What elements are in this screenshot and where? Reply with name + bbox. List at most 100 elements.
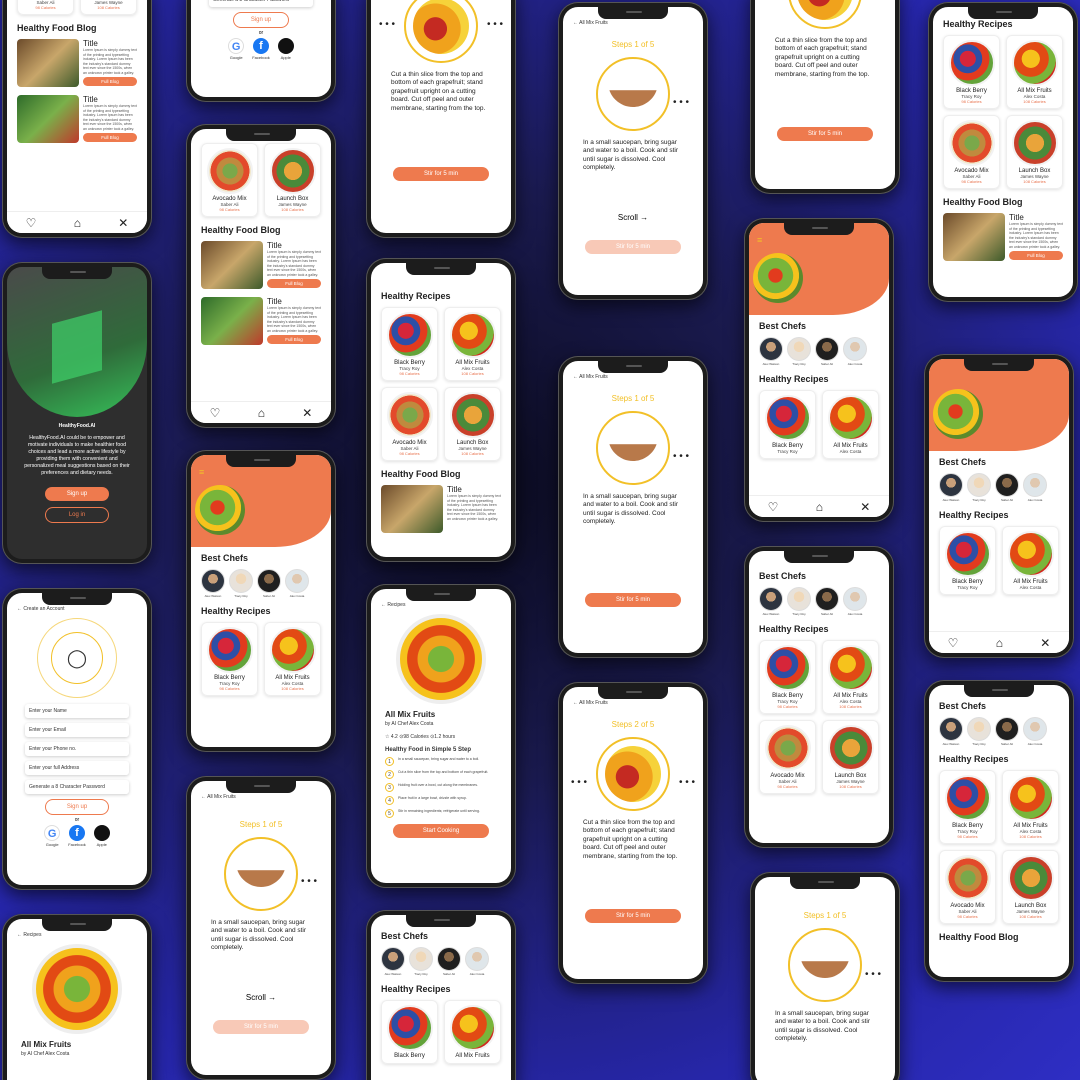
chef-item[interactable]: Alex Watson — [759, 337, 783, 366]
chef-item[interactable]: Tracy Roy — [229, 569, 253, 598]
recipe-card[interactable]: All Mix Fruits Alex Costa 108 Calories — [1006, 35, 1063, 109]
recipe-card[interactable]: Black Berry Tracy Roy 98 Calories — [759, 640, 816, 714]
recipe-card[interactable]: All Mix Fruits Alex Costa — [822, 390, 879, 459]
scroll-hint[interactable]: Scroll → — [563, 213, 703, 222]
full-blog-button[interactable]: Full Blog — [83, 77, 137, 87]
heart-icon[interactable]: ♡ — [26, 216, 37, 230]
chef-item[interactable]: Tracy Roy — [967, 473, 991, 502]
recipe-card[interactable]: Launch BoxJames Wayne108 Calories — [444, 387, 501, 461]
utensils-icon[interactable]: ✕ — [302, 406, 312, 420]
chef-item[interactable]: Saber Ali — [995, 473, 1019, 502]
recipe-card[interactable]: Black Berry Tracy Roy 98 Calories — [943, 35, 1000, 109]
google-button[interactable]: G Google — [44, 825, 61, 847]
chef-item[interactable]: Tracy Roy — [409, 947, 433, 976]
home-icon[interactable]: ⌂ — [258, 406, 265, 420]
more-icon[interactable]: • • • — [865, 969, 881, 980]
stir-button[interactable]: Stir for 5 min — [777, 127, 873, 142]
blog-item[interactable]: Title Lorem Ipsum is simply dummy text of… — [7, 93, 147, 145]
recipe-card[interactable]: Avocado MixSaber Ali98 Calories — [201, 143, 258, 217]
stir-button[interactable]: Stir for 5 min — [585, 909, 681, 924]
recipe-card[interactable]: Black Berry Tracy Roy — [759, 390, 816, 459]
google-button[interactable]: G Google — [228, 38, 245, 60]
chef-item[interactable]: Alex Costa — [285, 569, 309, 598]
stir-button[interactable]: Stir for 5 min — [213, 1019, 309, 1034]
more-icon[interactable]: • • • — [301, 876, 317, 887]
full-blog-button[interactable]: Full Blog — [83, 133, 137, 143]
chef-item[interactable]: Alex Costa — [465, 947, 489, 976]
facebook-button[interactable]: f Facebook — [68, 825, 86, 847]
chef-item[interactable]: Alex Costa — [1023, 473, 1047, 502]
recipe-card[interactable]: All Mix Fruits Alex Costa — [1002, 526, 1059, 595]
blog-item[interactable]: Title Lorem Ipsum is simply dummy text of… — [371, 483, 511, 535]
start-cooking-button[interactable]: Start Cooking — [393, 824, 489, 838]
more-icon[interactable]: • • • — [673, 451, 689, 462]
chef-item[interactable]: Alex Watson — [201, 569, 225, 598]
blog-item[interactable]: Title Lorem Ipsum is simply dummy text of… — [933, 211, 1073, 263]
name-field[interactable]: Enter your Name — [25, 704, 129, 718]
chef-item[interactable]: Alex Watson — [939, 717, 963, 746]
stir-button[interactable]: Stir for 5 min — [585, 592, 681, 607]
recipe-card[interactable]: Black Berry Tracy Roy — [939, 526, 996, 595]
more-icon[interactable]: • • • — [673, 97, 689, 108]
utensils-icon[interactable]: ✕ — [1040, 636, 1050, 650]
chef-item[interactable]: Saber Ali — [257, 569, 281, 598]
sign-up-button[interactable]: Sign up — [233, 12, 289, 28]
recipe-card[interactable]: All Mix Fruits Alex Costa 108 Calories — [444, 307, 501, 381]
full-blog-button[interactable]: Full Blog — [1009, 251, 1063, 261]
recipe-card[interactable]: All Mix Fruits Alex Costa 108 Calories — [1002, 770, 1059, 844]
more-icon[interactable]: • • • — [487, 19, 503, 30]
recipe-card[interactable]: Avocado MixSaber Ali98 Calories — [759, 720, 816, 794]
phone-field[interactable]: Enter your Phone no. — [25, 742, 129, 756]
home-icon[interactable]: ⌂ — [996, 636, 1003, 650]
chef-item[interactable]: Tracy Roy — [787, 337, 811, 366]
recipe-card[interactable]: Black Berry — [381, 1000, 438, 1064]
home-icon[interactable]: ⌂ — [816, 500, 823, 514]
sign-up-button[interactable]: Sign up — [45, 799, 109, 815]
recipe-card[interactable]: All Mix Fruits — [444, 1000, 501, 1064]
heart-icon[interactable]: ♡ — [948, 636, 959, 650]
recipe-card[interactable]: Black Berry Tracy Roy 98 Calories — [201, 622, 258, 696]
more-icon[interactable]: • • • — [571, 777, 587, 788]
stir-button[interactable]: Stir for 5 min — [393, 167, 489, 182]
full-blog-button[interactable]: Full Blog — [267, 279, 321, 289]
chef-item[interactable]: Saber Ali — [437, 947, 461, 976]
recipe-card[interactable]: All Mix Fruits Alex Costa 108 Calories — [264, 622, 321, 696]
more-icon[interactable]: • • • — [379, 19, 395, 30]
facebook-button[interactable]: f Facebook — [252, 38, 270, 60]
full-blog-button[interactable]: Full Blog — [267, 335, 321, 345]
chef-item[interactable]: Alex Watson — [939, 473, 963, 502]
chef-item[interactable]: Alex Costa — [843, 587, 867, 616]
more-icon[interactable]: • • • — [679, 777, 695, 788]
email-field[interactable]: Enter your Email — [25, 723, 129, 737]
blog-item[interactable]: Title Lorem Ipsum is simply dummy text of… — [191, 239, 331, 291]
blog-item[interactable]: Title Lorem Ipsum is simply dummy text of… — [191, 295, 331, 347]
chef-item[interactable]: Alex Costa — [1023, 717, 1047, 746]
stir-button[interactable]: Stir for 5 min — [585, 239, 681, 254]
chef-item[interactable]: Tracy Roy — [787, 587, 811, 616]
recipe-card[interactable]: Launch BoxJames Wayne108 Calories — [822, 720, 879, 794]
recipe-card[interactable]: Launch BoxJames Wayne108 Calories — [1002, 850, 1059, 924]
password-field[interactable]: Generate a 8 Character Password — [25, 780, 129, 794]
blog-item[interactable]: Title Lorem Ipsum is simply dummy text of… — [7, 37, 147, 89]
recipe-card[interactable]: Launch BoxJames Wayne108 Calories — [1006, 115, 1063, 189]
heart-icon[interactable]: ♡ — [210, 406, 221, 420]
address-field[interactable]: Enter your full Address — [25, 761, 129, 775]
recipe-card[interactable]: Launch BoxJames Wayne108 Calories — [264, 143, 321, 217]
recipe-card[interactable]: Black Berry Tracy Roy 98 Calories — [381, 307, 438, 381]
recipe-card[interactable]: Avocado MixSaber Ali98 Calories — [943, 115, 1000, 189]
chef-item[interactable]: Saber Ali — [815, 587, 839, 616]
chef-item[interactable]: Saber Ali — [995, 717, 1019, 746]
home-icon[interactable]: ⌂ — [74, 216, 81, 230]
utensils-icon[interactable]: ✕ — [860, 500, 870, 514]
password-field[interactable]: Generate a 8 Character Password — [209, 0, 313, 7]
sign-up-button[interactable]: Sign up — [45, 487, 109, 502]
utensils-icon[interactable]: ✕ — [118, 216, 128, 230]
recipe-card[interactable]: Avocado MixSaber Ali98 Calories — [17, 0, 74, 15]
scroll-hint[interactable]: Scroll → — [191, 993, 331, 1002]
apple-button[interactable]: Apple — [93, 825, 110, 847]
chef-item[interactable]: Saber Ali — [815, 337, 839, 366]
recipe-card[interactable]: Avocado MixSaber Ali98 Calories — [381, 387, 438, 461]
menu-icon[interactable]: ≡ — [199, 467, 204, 477]
recipe-card[interactable]: Black Berry Tracy Roy 98 Calories — [939, 770, 996, 844]
recipe-card[interactable]: Avocado MixSaber Ali98 Calories — [939, 850, 996, 924]
